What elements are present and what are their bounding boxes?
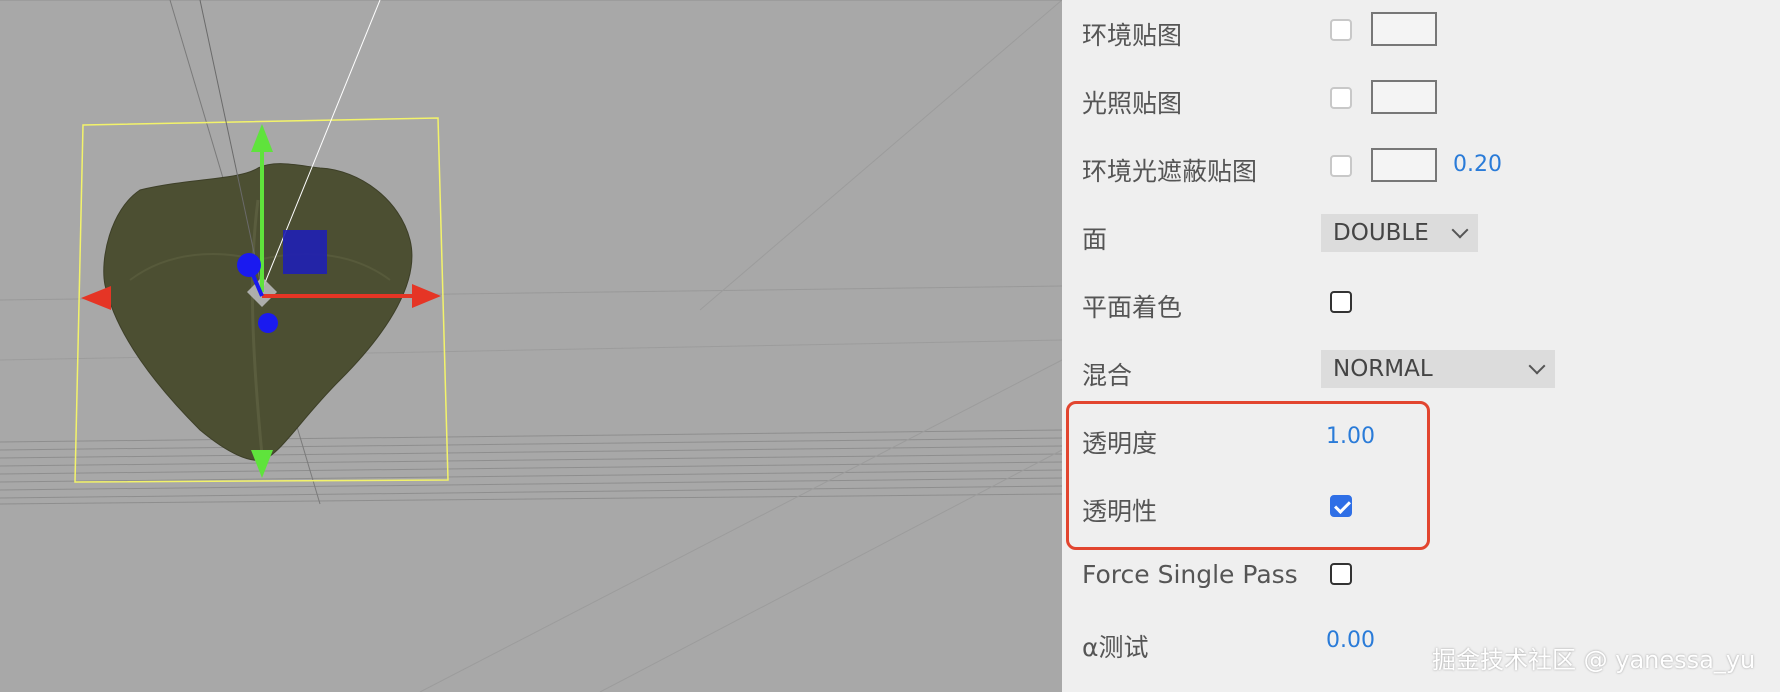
row-flat-shading: 平面着色 <box>1062 274 1780 334</box>
env-map-label: 环境贴图 <box>1082 21 1183 50</box>
light-map-swatch[interactable] <box>1371 80 1437 114</box>
row-opacity: 透明度 1.00 <box>1062 410 1780 470</box>
ao-map-swatch[interactable] <box>1371 148 1437 182</box>
chevron-down-icon <box>1451 221 1469 239</box>
row-transparent: 透明性 <box>1062 478 1780 538</box>
blending-value: NORMAL <box>1333 356 1433 382</box>
alpha-test-label: α测试 <box>1082 633 1149 662</box>
transparent-label: 透明性 <box>1082 497 1158 526</box>
ao-map-checkbox[interactable] <box>1330 155 1352 177</box>
row-light-map: 光照贴图 <box>1062 70 1780 130</box>
row-side: 面 DOUBLE <box>1062 206 1780 266</box>
force-single-pass-label: Force Single Pass <box>1082 560 1298 589</box>
material-properties-panel: 环境贴图 光照贴图 环境光遮蔽贴图 0.20 面 DOUBLE 平面着色 混合 … <box>1062 0 1780 692</box>
ao-map-intensity[interactable]: 0.20 <box>1453 152 1502 177</box>
side-value: DOUBLE <box>1333 220 1429 246</box>
env-map-checkbox[interactable] <box>1330 19 1352 41</box>
gizmo-x-arrow-left[interactable] <box>81 286 111 310</box>
row-force-single-pass: Force Single Pass <box>1062 546 1780 606</box>
transparent-checkbox[interactable] <box>1330 495 1352 517</box>
blending-label: 混合 <box>1082 361 1133 390</box>
chevron-down-icon <box>1528 357 1546 375</box>
opacity-label: 透明度 <box>1082 429 1158 458</box>
gizmo-y-arrow-down[interactable] <box>251 450 273 478</box>
blending-select[interactable]: NORMAL <box>1321 350 1555 388</box>
side-select[interactable]: DOUBLE <box>1321 214 1478 252</box>
gizmo-plane-handle[interactable] <box>283 230 327 274</box>
gizmo-y-arrow-up[interactable] <box>251 124 273 152</box>
alpha-test-value[interactable]: 0.00 <box>1326 628 1375 653</box>
light-map-label: 光照贴图 <box>1082 89 1183 118</box>
gizmo-x-arrow-right[interactable] <box>412 284 441 308</box>
row-ao-map: 环境光遮蔽贴图 0.20 <box>1062 138 1780 198</box>
scene-canvas[interactable] <box>0 0 1062 692</box>
row-blending: 混合 NORMAL <box>1062 342 1780 402</box>
flat-shading-label: 平面着色 <box>1082 293 1183 322</box>
side-label: 面 <box>1082 225 1108 254</box>
gizmo-z-handle[interactable] <box>237 253 261 277</box>
gizmo-z-handle-back[interactable] <box>258 313 278 333</box>
force-single-pass-checkbox[interactable] <box>1330 563 1352 585</box>
env-map-swatch[interactable] <box>1371 12 1437 46</box>
row-env-map: 环境贴图 <box>1062 2 1780 62</box>
flat-shading-checkbox[interactable] <box>1330 291 1352 313</box>
ao-map-label: 环境光遮蔽贴图 <box>1082 157 1258 186</box>
opacity-value[interactable]: 1.00 <box>1326 424 1375 449</box>
3d-viewport[interactable] <box>0 0 1062 692</box>
watermark: 掘金技术社区 @ yanessa_yu <box>1432 646 1756 674</box>
light-map-checkbox[interactable] <box>1330 87 1352 109</box>
